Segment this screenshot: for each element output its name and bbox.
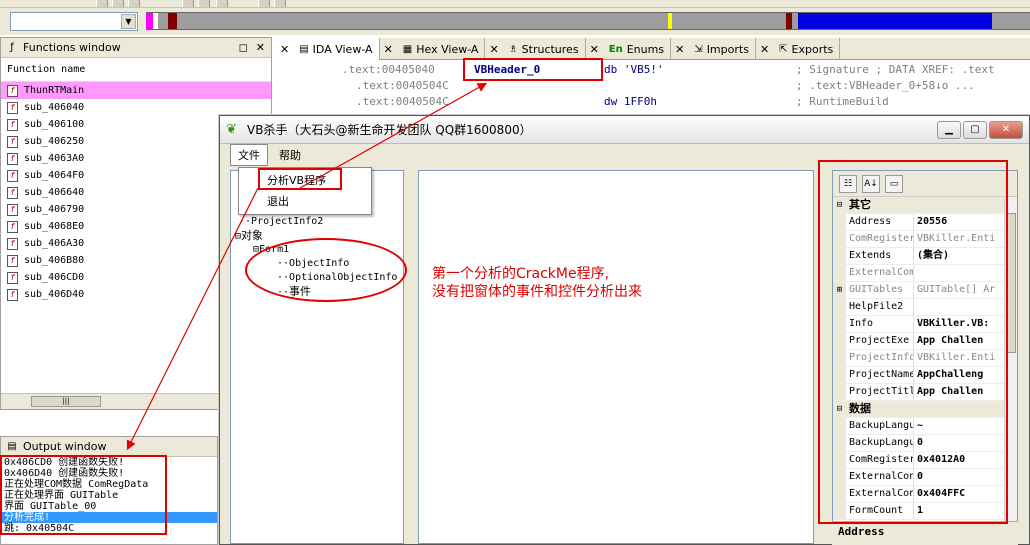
function-icon: f (7, 237, 18, 250)
toolbar-button[interactable] (198, 0, 210, 7)
ida-toolbar (0, 0, 1030, 8)
disassembly-comment: ; .text:VBHeader_0+58↓o ... (796, 79, 975, 92)
tree-item-projectinfo2[interactable]: ··ProjectInfo2 (239, 215, 323, 229)
function-icon: f (7, 288, 18, 301)
tab-enums[interactable]: ✕ En Enums (586, 38, 672, 60)
menu-help[interactable]: 帮助 (272, 145, 308, 165)
output-window-caption: ▤ Output window (1, 437, 217, 457)
toolbar-button[interactable] (182, 0, 194, 7)
enums-icon: En (608, 43, 623, 55)
disassembly-comment: ; Signature ; DATA XREF: .text (796, 63, 995, 76)
column-header[interactable]: Function name (1, 58, 271, 82)
annotation-box (0, 455, 167, 535)
imports-icon: ⇲ (694, 43, 703, 55)
tab-exports[interactable]: ✕ ⇱ Exports (756, 38, 841, 60)
function-icon: f (7, 118, 18, 131)
structures-icon: ♗ (508, 43, 518, 55)
navigation-band[interactable] (146, 12, 1030, 30)
toolbar-button[interactable] (96, 0, 108, 7)
maximize-icon[interactable]: ▢ (963, 120, 987, 139)
function-icon: f (7, 186, 18, 199)
toolbar-button[interactable] (216, 0, 228, 7)
segment-combo[interactable]: ▼ (10, 12, 138, 31)
chevron-down-icon[interactable]: ▼ (121, 14, 136, 29)
disassembly-comment: ; RuntimeBuild (796, 95, 889, 108)
object-tree[interactable]: ··ProjectInfo2 ⊟对象 ⊟Form1 ··ObjectInfo ·… (230, 170, 404, 544)
function-icon: f (7, 203, 18, 216)
hex-view-icon: ▦ (402, 43, 413, 55)
annotation-ellipse (245, 238, 407, 302)
disassembly-instruction[interactable]: dw 1FF0h (604, 94, 657, 110)
output-window-title: Output window (23, 440, 107, 453)
annotation-box (258, 168, 342, 190)
close-icon[interactable]: ✕ (760, 43, 769, 56)
close-icon[interactable]: ✕ (489, 43, 498, 56)
list-item[interactable]: f ThunRTMain (1, 82, 271, 99)
menu-file[interactable]: 文件 (230, 144, 268, 166)
output-icon: ▤ (7, 440, 17, 452)
functions-icon: ƒ (10, 41, 14, 53)
tree-item-objects[interactable]: ⊟对象 (235, 229, 263, 244)
property-description: Address (832, 521, 1018, 545)
function-icon: f (7, 220, 18, 233)
function-icon: f (7, 84, 18, 97)
vb-window-title: VB杀手（大石头@新生命开发团队 QQ群1600800） (247, 123, 532, 137)
close-icon[interactable]: ✕ (590, 43, 599, 56)
disassembly-instruction[interactable]: db 'VB5!' (604, 62, 664, 78)
close-icon[interactable]: ✕ (675, 43, 684, 56)
tab-imports[interactable]: ✕ ⇲ Imports (671, 38, 756, 60)
functions-window-title: Functions window (23, 41, 121, 54)
minimize-icon[interactable]: ▁ (937, 120, 961, 139)
function-icon: f (7, 135, 18, 148)
restore-icon[interactable]: ◻ (239, 41, 248, 54)
view-tabs: ✕ ▤ IDA View-A ✕ ▦ Hex View-A ✕ ♗ Structures ✕… (276, 38, 1030, 60)
leaf-icon: ❦ (226, 121, 237, 137)
function-icon: f (7, 169, 18, 182)
annotation-text: 第一个分析的CrackMe程序, 没有把窗体的事件和控件分析出来 (432, 266, 642, 300)
close-icon[interactable]: ✕ (280, 43, 289, 56)
toolbar-button[interactable] (112, 0, 124, 7)
disassembly-line[interactable]: .text:0040504C (356, 94, 449, 110)
tab-structures[interactable]: ✕ ♗ Structures (485, 38, 586, 60)
annotation-box (818, 160, 1008, 524)
vb-window-titlebar[interactable]: ❦ VB杀手（大石头@新生命开发团队 QQ群1600800） ▁ ▢ ✕ (220, 116, 1029, 144)
tab-hex-view[interactable]: ✕ ▦ Hex View-A (380, 38, 486, 60)
functions-window-caption: ƒ Functions window ◻ ✕ (1, 38, 271, 58)
list-item[interactable]: f sub_406040 (1, 99, 271, 116)
annotation-box (463, 58, 603, 81)
scrollbar-thumb[interactable]: ||| (31, 396, 101, 407)
disassembly-line[interactable]: .text:0040504C (356, 78, 449, 94)
tab-ida-view[interactable]: ✕ ▤ IDA View-A (276, 38, 380, 60)
close-icon[interactable]: ✕ (256, 41, 265, 54)
vb-main-pane (418, 170, 814, 544)
close-icon[interactable]: ✕ (989, 120, 1023, 139)
menu-item-exit[interactable]: 退出 (243, 192, 367, 212)
function-icon: f (7, 152, 18, 165)
ida-view-icon: ▤ (299, 43, 309, 55)
exports-icon: ⇱ (779, 43, 788, 55)
close-icon[interactable]: ✕ (384, 43, 393, 56)
toolbar-button[interactable] (128, 0, 140, 7)
disassembly-line[interactable]: .text:00405040 (342, 62, 435, 78)
toolbar-button[interactable] (258, 0, 270, 7)
function-icon: f (7, 271, 18, 284)
function-icon: f (7, 101, 18, 114)
toolbar-button[interactable] (274, 0, 286, 7)
function-icon: f (7, 254, 18, 267)
